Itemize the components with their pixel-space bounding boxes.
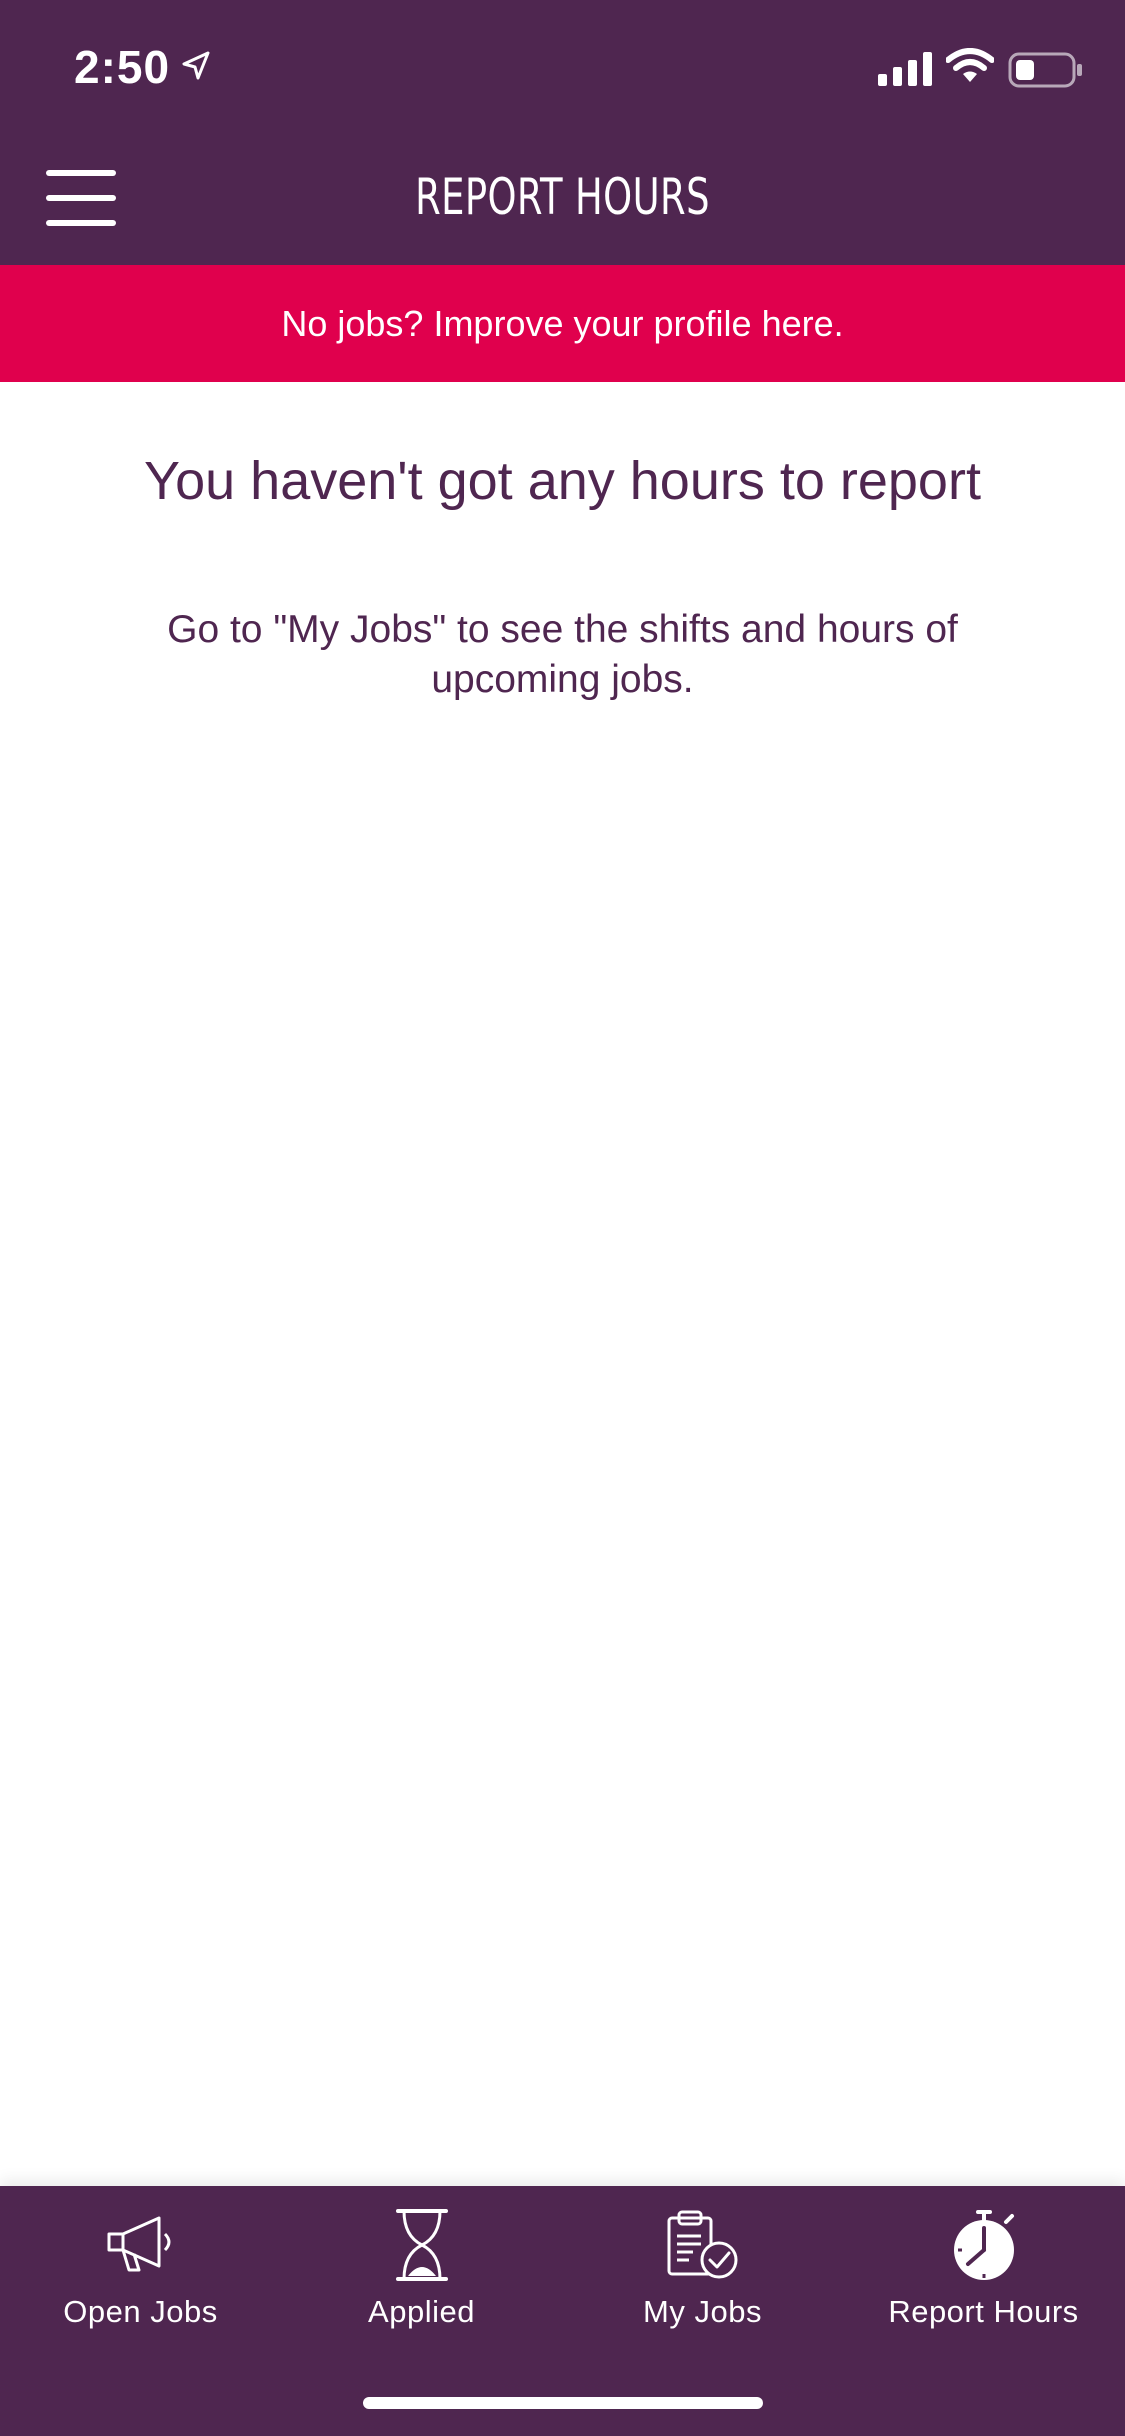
tab-open-jobs[interactable]: Open Jobs [0,2186,281,2346]
wifi-icon [946,48,994,82]
hourglass-icon [395,2209,448,2281]
location-arrow-icon [182,51,210,80]
stopwatch-icon [953,2210,1014,2280]
improve-profile-banner[interactable]: No jobs? Improve your profile here. [0,265,1125,382]
page-title: REPORT HOURS [415,168,710,226]
tab-my-jobs[interactable]: My Jobs [562,2186,843,2346]
tab-label: Report Hours [888,2294,1079,2329]
status-time: 2:50 [74,41,171,93]
empty-state-title: You haven't got any hours to report [144,451,981,511]
header-bar: 2:50 REPORT HOURS [0,0,1125,265]
tab-report-hours[interactable]: Report Hours [843,2186,1124,2346]
battery-icon [1008,52,1082,88]
empty-state-message: Go to "My Jobs" to see the shifts and ho… [167,608,958,701]
tab-label: Open Jobs [63,2294,218,2329]
clipboard-check-icon [667,2210,737,2279]
megaphone-icon [107,2216,170,2272]
tab-label: Applied [368,2294,475,2329]
tab-label: My Jobs [643,2294,762,2329]
signal-icon [878,52,932,86]
tab-applied[interactable]: Applied [281,2186,562,2346]
status-bar: 2:50 [0,0,1125,140]
home-indicator[interactable] [363,2397,763,2409]
